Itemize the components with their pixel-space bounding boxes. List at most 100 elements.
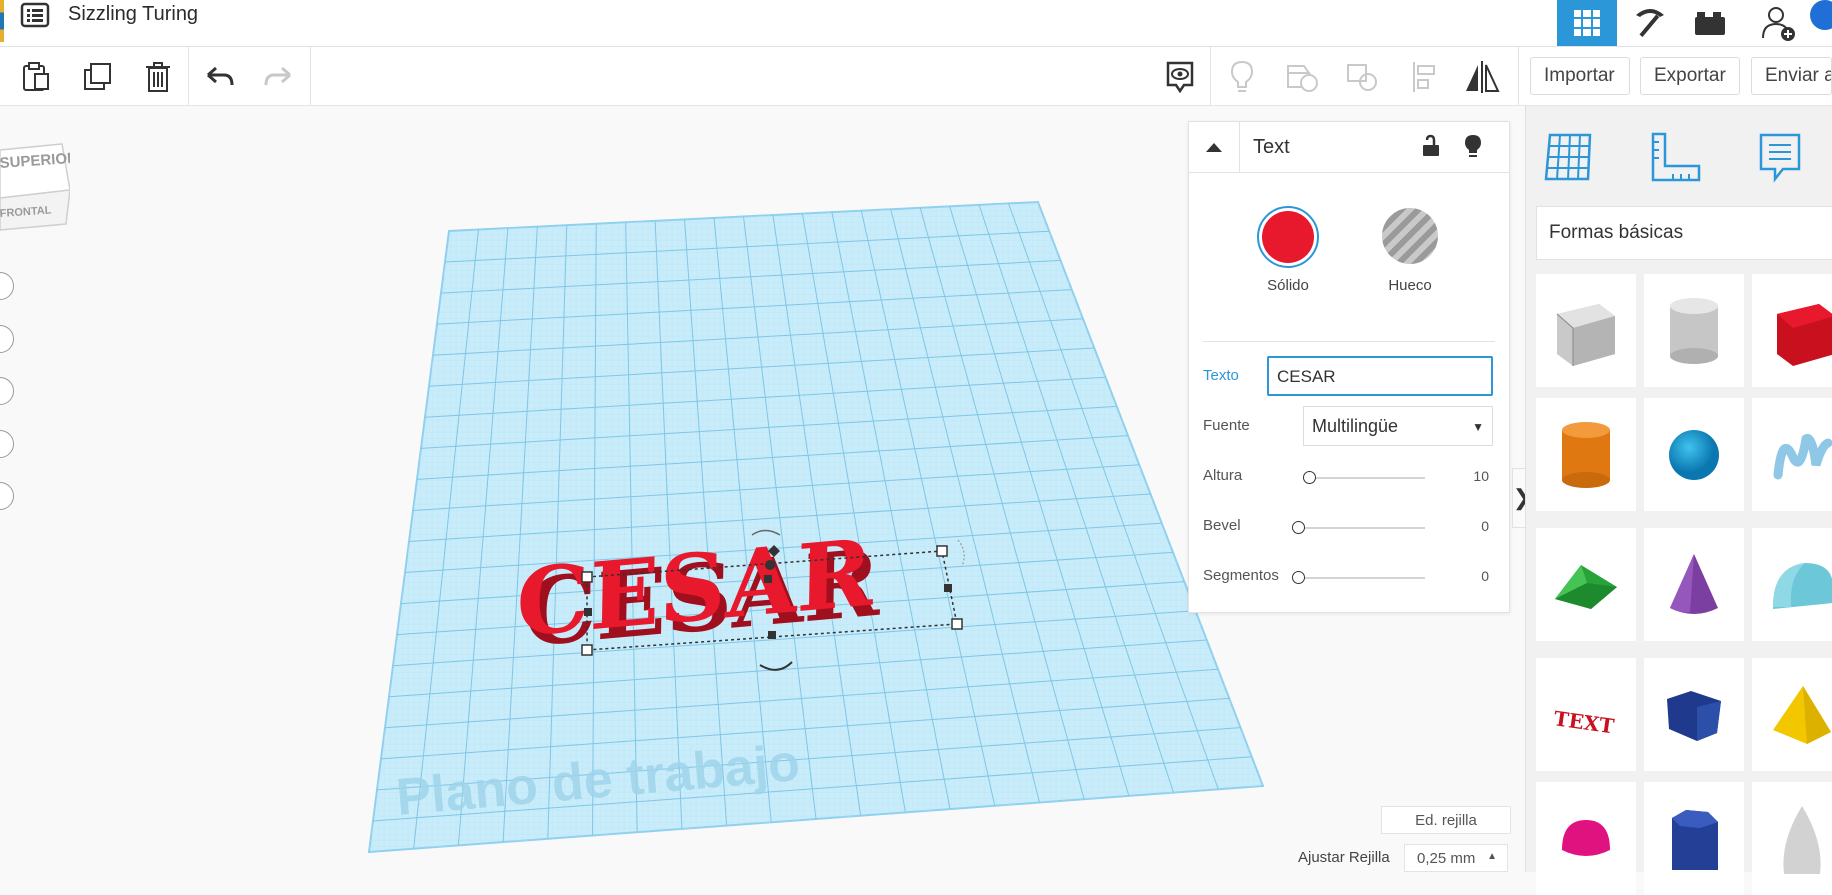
shape-paraboloid[interactable] [1752, 782, 1832, 895]
hole-option[interactable] [1382, 208, 1438, 264]
segments-property-label: Segmentos [1203, 567, 1279, 584]
bevel-slider-knob[interactable] [1292, 521, 1305, 534]
shape-text[interactable]: TEXT [1536, 658, 1636, 771]
duplicate-button[interactable] [78, 57, 118, 97]
snap-grid-label: Ajustar Rejilla [1298, 849, 1390, 866]
eye-bubble-icon [1166, 61, 1194, 94]
send-to-button[interactable]: Enviar a [1751, 57, 1832, 95]
group-icon [1287, 65, 1318, 92]
cylinder-hole-icon [1670, 297, 1718, 364]
lock-button[interactable] [1421, 134, 1441, 163]
brick-icon [1695, 12, 1725, 35]
notes-icon [1759, 133, 1801, 183]
cylinder-icon [1562, 421, 1610, 488]
height-slider-knob[interactable] [1303, 471, 1316, 484]
lightbulb-icon [1465, 135, 1481, 157]
hole-label: Hueco [1388, 277, 1432, 294]
font-select[interactable]: Multilingüe ▼ [1303, 406, 1493, 446]
shape-pyramid[interactable] [1752, 658, 1832, 771]
caret-up-icon: ▲ [1487, 851, 1497, 862]
shape-cylinder[interactable] [1536, 398, 1636, 511]
trash-icon [146, 62, 170, 92]
box-icon [1556, 303, 1615, 366]
bevel-slider-track[interactable] [1303, 527, 1425, 529]
mirror-icon [1466, 61, 1500, 93]
height-value[interactable]: 10 [1449, 468, 1489, 484]
3d-view-button[interactable] [1557, 0, 1617, 46]
redo-button[interactable] [258, 57, 298, 97]
shape-cylinder-hole[interactable] [1644, 274, 1744, 387]
height-property-label: Altura [1203, 467, 1243, 484]
font-property-label: Fuente [1203, 417, 1250, 434]
segments-slider-track[interactable] [1303, 577, 1425, 579]
solid-color-swatch[interactable] [1262, 211, 1314, 263]
tab-notes[interactable] [1740, 122, 1820, 192]
shape-roof[interactable] [1536, 528, 1636, 641]
import-button[interactable]: Importar [1530, 57, 1630, 95]
scribble-icon [1773, 433, 1832, 479]
bricks-view-button[interactable] [1680, 0, 1740, 46]
text-property-label: Texto [1203, 367, 1239, 384]
shape-box[interactable] [1536, 274, 1636, 387]
paraboloid-icon [1783, 805, 1821, 874]
user-avatar[interactable] [1810, 0, 1832, 30]
snap-grid-select[interactable]: 0,25 mm ▲ [1404, 844, 1508, 872]
inspector-header: Text [1189, 122, 1509, 173]
redo-icon [264, 66, 291, 86]
group-button[interactable] [1282, 57, 1322, 97]
design-title[interactable]: Sizzling Turing [68, 3, 198, 26]
toolbar-divider [188, 47, 189, 105]
collapse-inspector-button[interactable] [1189, 122, 1240, 172]
align-button[interactable] [1404, 57, 1444, 97]
shape-prism[interactable] [1644, 782, 1744, 895]
top-header: Sizzling Turing [0, 0, 1832, 47]
ungroup-icon [1347, 64, 1377, 91]
delete-button[interactable] [138, 57, 178, 97]
half-sphere-icon [1562, 819, 1610, 856]
duplicate-icon [84, 63, 111, 90]
unlock-icon [1423, 134, 1439, 156]
solid-label: Sólido [1267, 277, 1309, 294]
segments-value[interactable]: 0 [1449, 568, 1489, 584]
edit-grid-button[interactable]: Ed. rejilla [1381, 806, 1511, 834]
text-input[interactable]: CESAR [1267, 356, 1493, 396]
sphere-icon [1669, 429, 1719, 480]
lightbulb-icon [1230, 60, 1254, 92]
tab-ruler[interactable] [1634, 122, 1714, 192]
shape-sphere[interactable] [1644, 398, 1744, 511]
bevel-property-label: Bevel [1203, 517, 1241, 534]
shape-box-red[interactable] [1752, 274, 1832, 387]
tab-workplane[interactable] [1528, 122, 1608, 192]
text-shape-icon: TEXT [1552, 706, 1615, 735]
bevel-value[interactable]: 0 [1449, 518, 1489, 534]
shape-round-roof[interactable] [1752, 528, 1832, 641]
invite-user-button[interactable] [1748, 0, 1808, 46]
mirror-button[interactable] [1462, 57, 1502, 97]
ungroup-button[interactable] [1342, 57, 1382, 97]
shape-scribble[interactable] [1752, 398, 1832, 511]
undo-button[interactable] [200, 57, 240, 97]
paste-button[interactable] [16, 57, 56, 97]
export-button[interactable]: Exportar [1640, 57, 1740, 95]
roof-icon [1555, 564, 1617, 609]
clipboard-icon [23, 62, 49, 91]
shape-category-select[interactable]: Formas básicas [1536, 206, 1832, 260]
pyramid-icon [1773, 685, 1831, 744]
height-slider-track[interactable] [1313, 477, 1425, 479]
shape-polygon[interactable] [1644, 658, 1744, 771]
blocks-view-button[interactable] [1620, 0, 1680, 46]
segments-slider-knob[interactable] [1292, 571, 1305, 584]
solid-option[interactable] [1257, 206, 1319, 268]
hide-shape-button[interactable] [1463, 133, 1483, 164]
design-list-icon[interactable] [20, 2, 50, 28]
cone-icon [1670, 553, 1718, 614]
shape-cone[interactable] [1644, 528, 1744, 641]
hide-button[interactable] [1222, 57, 1262, 97]
ruler-icon [1651, 132, 1701, 182]
logo[interactable] [0, 0, 4, 42]
show-all-button[interactable] [1160, 57, 1200, 97]
view-cube[interactable]: SUPERIOR FRONTAL [0, 132, 79, 232]
caret-down-icon: ▼ [1472, 420, 1484, 434]
toolbar-divider [1210, 47, 1211, 105]
shape-half-sphere[interactable] [1536, 782, 1636, 895]
